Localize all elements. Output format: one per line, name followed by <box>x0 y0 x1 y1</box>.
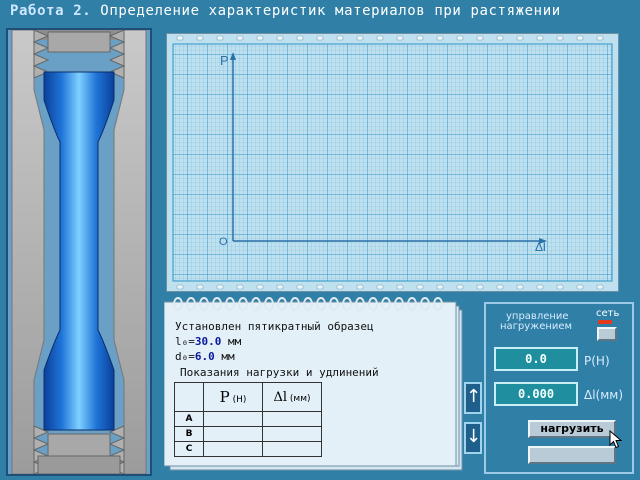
l0-label: l₀= <box>175 335 195 348</box>
lab-title: Определение характеристик материалов при… <box>100 3 561 19</box>
cell-p <box>203 426 263 442</box>
cell-dl <box>262 426 322 442</box>
col-p-header: P (Н) <box>203 382 263 412</box>
origin-label: O <box>219 236 228 248</box>
table-row: C <box>174 441 322 457</box>
title-bar: Работа 2. Определение характеристик мате… <box>0 0 640 24</box>
x-axis-label: Δl <box>535 240 546 254</box>
readings-table: P (Н) Δl (мм) A B C <box>174 382 322 457</box>
arrow-up-icon: ↑ <box>466 386 482 407</box>
scroll-down-button[interactable]: ↓ <box>464 422 482 454</box>
d0-line: d₀=6.0 мм <box>175 350 235 363</box>
load-button[interactable]: нагрузить <box>528 420 616 438</box>
secondary-button[interactable] <box>528 446 616 464</box>
arrow-down-icon: ↓ <box>466 426 482 447</box>
readings-title: Показания нагрузки и удлинений <box>180 366 379 379</box>
l0-unit: мм <box>228 335 242 348</box>
row-label: C <box>174 441 204 457</box>
scroll-up-button[interactable]: ↑ <box>464 382 482 414</box>
power-indicator <box>598 320 612 324</box>
cell-p <box>203 411 263 427</box>
specimen-status: Установлен пятикратный образец <box>175 320 374 333</box>
elongation-display: 0.000 <box>494 382 578 406</box>
l0-value: 30.0 <box>194 335 222 348</box>
graph-canvas: P Δl O <box>167 34 618 291</box>
table-row: B <box>174 426 322 442</box>
specimen-drawing <box>8 30 150 474</box>
power-switch[interactable] <box>597 327 617 341</box>
cell-dl <box>262 411 322 427</box>
d0-label: d₀= <box>175 350 195 363</box>
col-dl-header: Δl (мм) <box>262 382 322 412</box>
table-row: A <box>174 411 322 427</box>
control-title-line2: нагружением <box>500 321 573 332</box>
load-elongation-graph: P Δl O <box>166 33 619 292</box>
power-label: сеть <box>596 308 620 319</box>
l0-line: l₀=30.0 мм <box>175 335 241 348</box>
table-header-row: P (Н) Δl (мм) <box>174 382 322 412</box>
load-unit: P(Н) <box>584 354 610 368</box>
d0-value: 6.0 <box>194 350 215 363</box>
lab-number: Работа 2. <box>10 3 92 19</box>
page-title: Работа 2. Определение характеристик мате… <box>10 3 561 19</box>
cell-dl <box>262 441 322 457</box>
cell-p <box>203 441 263 457</box>
load-display: 0.0 <box>494 347 578 371</box>
row-label: A <box>174 411 204 427</box>
d0-unit: мм <box>221 350 235 363</box>
elongation-unit: Δl(мм) <box>584 388 624 402</box>
specimen-panel <box>6 28 152 476</box>
y-axis-label: P <box>220 53 229 68</box>
row-label: B <box>174 426 204 442</box>
mouse-cursor-icon <box>609 430 623 449</box>
